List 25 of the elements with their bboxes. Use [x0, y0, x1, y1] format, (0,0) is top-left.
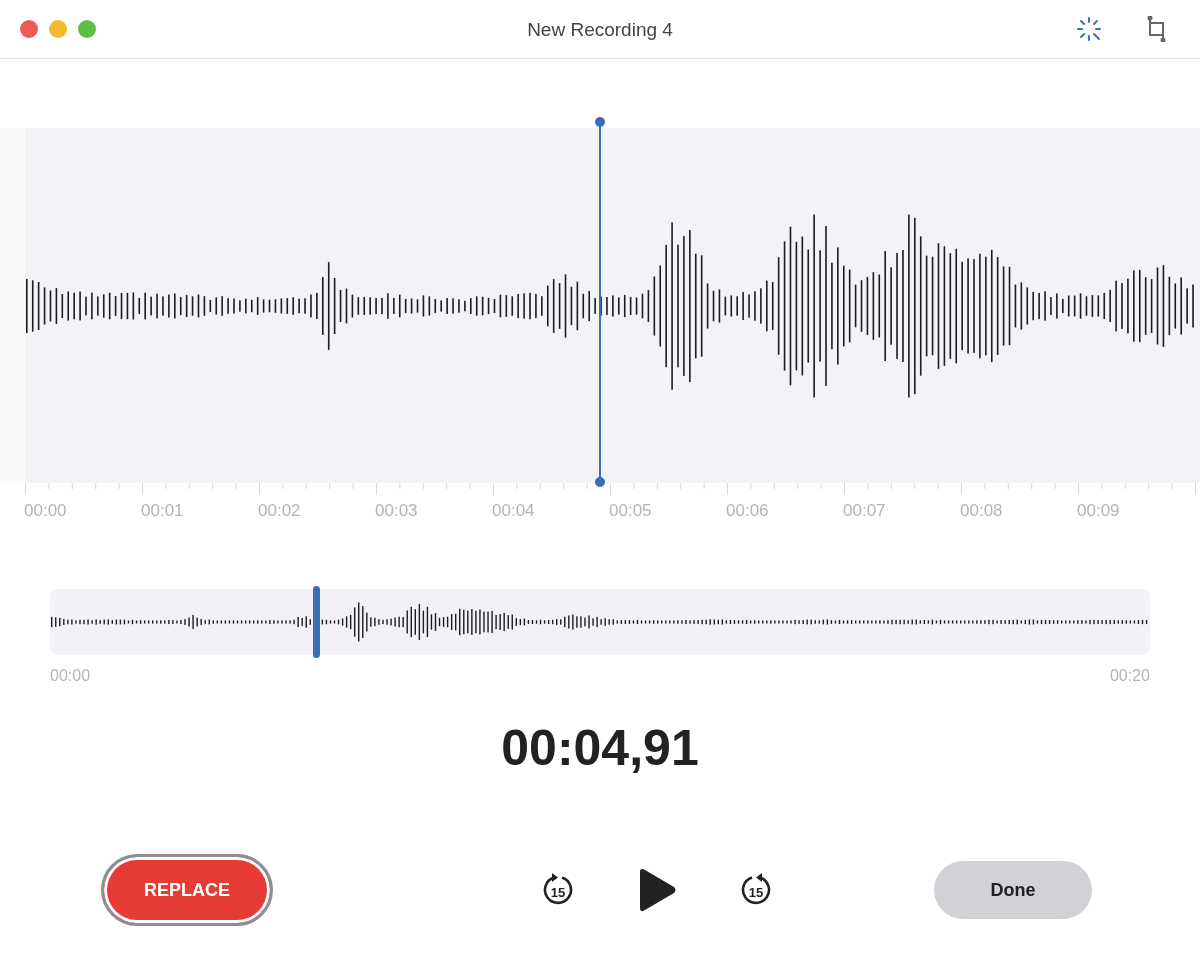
time-label: 00:09 [1077, 501, 1120, 522]
time-label: 00:08 [960, 501, 1004, 522]
end-time-label: 00:20 [1109, 667, 1150, 685]
time-label: 00:01 [141, 501, 185, 522]
close-window-button[interactable] [20, 20, 38, 38]
time-label: 00:03 [375, 501, 419, 522]
scrubber-handle[interactable] [313, 586, 321, 658]
time-label: 00:05 [609, 501, 653, 522]
crop-icon[interactable] [1146, 16, 1168, 42]
skip-back-button[interactable]: 15 [541, 873, 575, 907]
play-button[interactable] [637, 867, 677, 913]
overview-track[interactable] [50, 589, 1150, 655]
time-label: 00:06 [726, 501, 770, 522]
time-label: 00:04 [492, 501, 536, 522]
done-button[interactable]: Done [934, 861, 1092, 919]
skip-forward-button[interactable]: 15 [739, 873, 773, 907]
time-label: 00:00 [24, 501, 68, 522]
time-label: 00:07 [843, 501, 887, 522]
playhead[interactable] [593, 116, 607, 488]
time-label: 00:02 [258, 501, 302, 522]
window-title: New Recording 4 [526, 19, 674, 41]
current-time: 00:04,91 [500, 719, 700, 777]
replace-button[interactable]: REPLACE [101, 854, 273, 926]
start-time-label: 00:00 [50, 667, 91, 685]
sparkle-icon[interactable] [1076, 16, 1102, 42]
